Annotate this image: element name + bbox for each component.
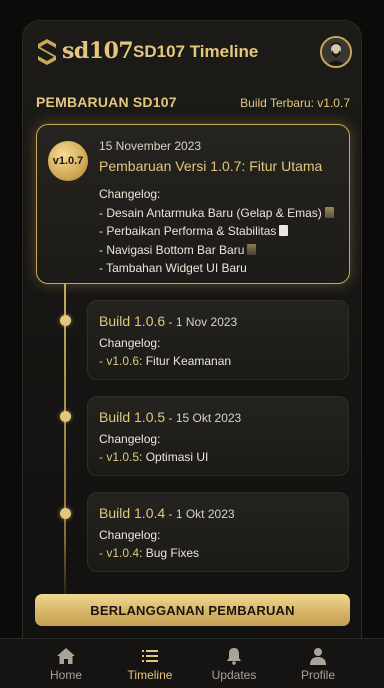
build-changelog-item: - v1.0.4: Bug Fixes <box>99 546 199 560</box>
build-title: Build 1.0.6 <box>99 313 166 329</box>
latest-build-label: Build Terbaru: v1.0.7 <box>240 96 350 110</box>
build-note: : Bug Fixes <box>139 546 200 560</box>
featured-changelog: Changelog: - Desain Antarmuka Baru (Gela… <box>99 185 334 278</box>
changelog-item-text: - Navigasi Bottom Bar Baru <box>99 242 245 257</box>
logo-icon <box>38 39 56 65</box>
phone-emoji-icon <box>247 243 257 255</box>
featured-title: Pembaruan Versi 1.0.7: Fitur Utama <box>99 158 323 174</box>
changelog-label: Changelog: <box>99 187 161 201</box>
timeline-line <box>64 284 66 594</box>
user-avatar-icon <box>322 38 350 66</box>
build-version: - v1.0.5 <box>99 450 140 464</box>
section-title: PEMBARUAN SD107 <box>36 94 177 110</box>
person-icon <box>310 648 326 665</box>
timeline-dot <box>59 411 71 422</box>
bottom-nav: Home Timeline Updates Profile <box>0 638 384 688</box>
build-date: - 1 Nov 2023 <box>165 315 238 329</box>
nav-item-home[interactable]: Home <box>24 639 108 688</box>
app-title: SD107 Timeline <box>133 42 259 61</box>
build-card-1-0-6[interactable]: Build 1.0.6 - 1 Nov 2023 Changelog: - v1… <box>87 300 349 380</box>
build-note: : Optimasi UI <box>139 450 209 464</box>
palette-emoji-icon <box>324 206 334 218</box>
changelog-item: - Desain Antarmuka Baru (Gelap & Emas) <box>99 204 334 223</box>
timeline-dot <box>59 315 71 326</box>
changelog-item: - Navigasi Bottom Bar Baru <box>99 241 334 260</box>
changelog-item-text: - Perbaikan Performa & Stabilitas <box>99 224 277 238</box>
changelog-item-text: - Desain Antarmuka Baru (Gelap & Emas) <box>99 205 322 220</box>
version-badge: v1.0.7 <box>48 141 88 181</box>
avatar[interactable] <box>320 36 352 68</box>
build-title-line: Build 1.0.4 - 1 Okt 2023 <box>99 505 235 521</box>
nav-label-updates: Updates <box>211 668 257 682</box>
nav-item-profile[interactable]: Profile <box>276 639 360 688</box>
build-note: : Fitur Keamanan <box>139 354 232 368</box>
build-changelog-item: - v1.0.6: Fitur Keamanan <box>99 354 231 368</box>
featured-date: 15 November 2023 <box>99 139 202 153</box>
build-date: - 1 Okt 2023 <box>165 507 235 521</box>
bell-icon <box>227 648 241 665</box>
changelog-item: - Tambahan Widget UI Baru <box>99 261 247 275</box>
build-changelog-label: Changelog: <box>99 336 161 350</box>
list-icon <box>142 650 158 662</box>
logo-text: sd107 <box>62 38 134 64</box>
build-version: - v1.0.4 <box>99 546 140 560</box>
home-icon <box>57 648 75 664</box>
build-title-line: Build 1.0.5 - 15 Okt 2023 <box>99 409 241 425</box>
build-card-1-0-5[interactable]: Build 1.0.5 - 15 Okt 2023 Changelog: - v… <box>87 396 349 476</box>
changelog-item: - Perbaikan Performa & Stabilitas <box>99 222 334 241</box>
nav-label-home: Home <box>49 668 82 682</box>
build-version: - v1.0.6 <box>99 354 140 368</box>
build-date: - 15 Okt 2023 <box>165 411 242 425</box>
build-title: Build 1.0.4 <box>99 505 166 521</box>
nav-label-profile: Profile <box>300 668 335 682</box>
build-changelog-label: Changelog: <box>99 528 161 542</box>
build-changelog-label: Changelog: <box>99 432 161 446</box>
nav-item-updates[interactable]: Updates <box>192 639 276 688</box>
app-header: sd107 SD107 Timeline <box>36 36 352 70</box>
build-card-1-0-4[interactable]: Build 1.0.4 - 1 Okt 2023 Changelog: - v1… <box>87 492 349 572</box>
subscribe-button[interactable]: BERLANGGANAN PEMBARUAN <box>35 594 350 626</box>
build-title-line: Build 1.0.6 - 1 Nov 2023 <box>99 313 237 329</box>
timeline-dot <box>59 508 71 519</box>
featured-update-card[interactable]: v1.0.7 15 November 2023 Pembaruan Versi … <box>36 124 350 284</box>
build-changelog-item: - v1.0.5: Optimasi UI <box>99 450 208 464</box>
nav-label-timeline: Timeline <box>127 668 173 682</box>
chart-emoji-icon <box>279 225 289 236</box>
build-title: Build 1.0.5 <box>99 409 166 425</box>
nav-item-timeline[interactable]: Timeline <box>108 639 192 688</box>
